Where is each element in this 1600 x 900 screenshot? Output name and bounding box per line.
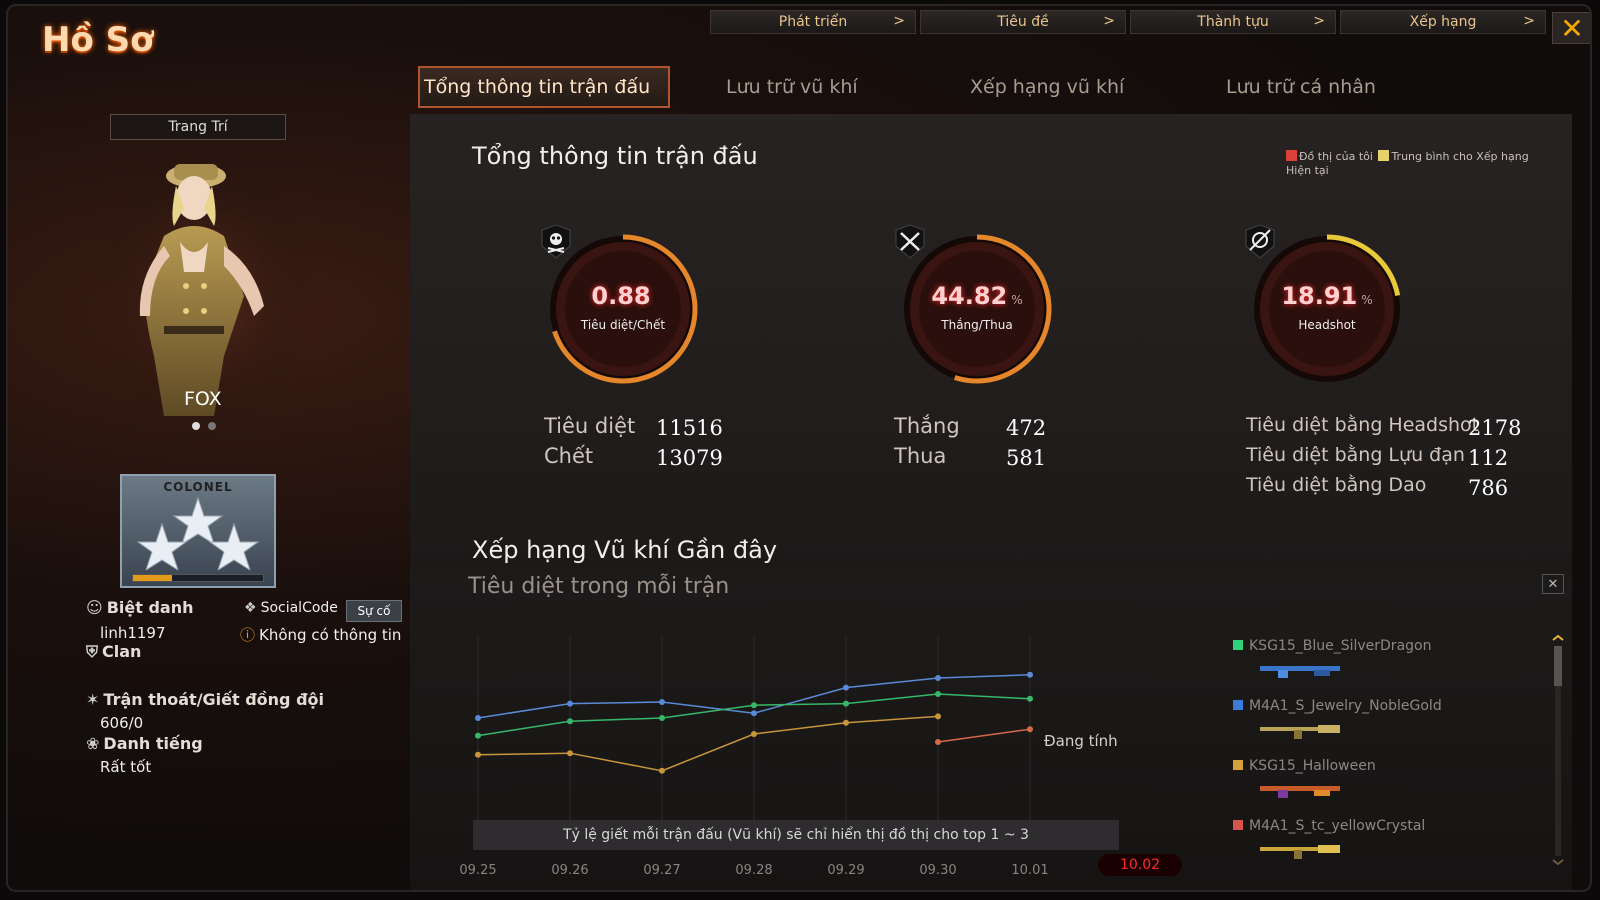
rifle-icon [1260,845,1340,859]
data-point [659,767,665,774]
legend-swatch [1233,700,1243,710]
legend-swatch [1233,640,1243,650]
data-point [843,719,849,726]
data-point [751,702,757,709]
data-point [1027,671,1033,678]
data-point [659,699,665,705]
data-point [935,691,941,697]
data-point [935,675,941,681]
legend-swatch [1233,820,1243,830]
data-point [935,713,941,720]
x-tick-label: 09.29 [827,863,864,878]
x-tick-label: 09.30 [919,863,956,878]
x-tick-label: 09.26 [551,863,588,878]
rifle-icon [1260,725,1340,739]
x-tick-label: 09.25 [459,863,496,878]
weapon-name: M4A1_S_Jewelry_NobleGold [1249,698,1442,714]
shotgun-icon [1260,666,1340,678]
data-point [475,751,481,758]
data-point [843,700,849,707]
current-date-badge: 10.02 [1098,854,1182,876]
weapon-name: KSG15_Blue_SilverDragon [1249,638,1432,654]
series-line [937,728,1031,743]
data-point [1027,726,1033,733]
shotgun-icon [1260,786,1340,798]
weapon-name: KSG15_Halloween [1249,758,1376,774]
weapon-legend-item[interactable]: M4A1_S_tc_yellowCrystal [1233,818,1425,834]
profile-window: Hồ Sơ Phát triển > Tiêu đề > Thành tựu > Xế… [6,4,1592,892]
data-point [1027,695,1033,702]
data-point [843,684,849,691]
legend-swatch [1233,760,1243,770]
x-tick-label: 09.28 [735,863,772,878]
weapon-legend-item[interactable]: M4A1_S_Jewelry_NobleGold [1233,698,1442,714]
data-point [659,715,665,721]
weapon-list-scrollbar[interactable] [1552,634,1564,868]
x-tick-label: 10.01 [1011,863,1048,878]
data-point [567,750,573,757]
data-point [567,700,573,707]
weapon-legend-item[interactable]: KSG15_Blue_SilverDragon [1233,638,1431,654]
data-point [475,715,481,721]
weapon-name: M4A1_S_tc_yellowCrystal [1249,818,1426,834]
data-point [935,739,941,745]
data-point [475,732,481,739]
chart-pending-label: Đang tính [1044,732,1118,750]
chart-note: Tỷ lệ giết mỗi trận đấu (Vũ khí) sẽ chỉ … [473,820,1119,850]
x-tick-label: 09.27 [643,863,680,878]
data-point [751,731,757,737]
data-point [751,710,757,717]
weapon-legend-item[interactable]: KSG15_Halloween [1233,758,1376,774]
data-point [567,718,573,725]
